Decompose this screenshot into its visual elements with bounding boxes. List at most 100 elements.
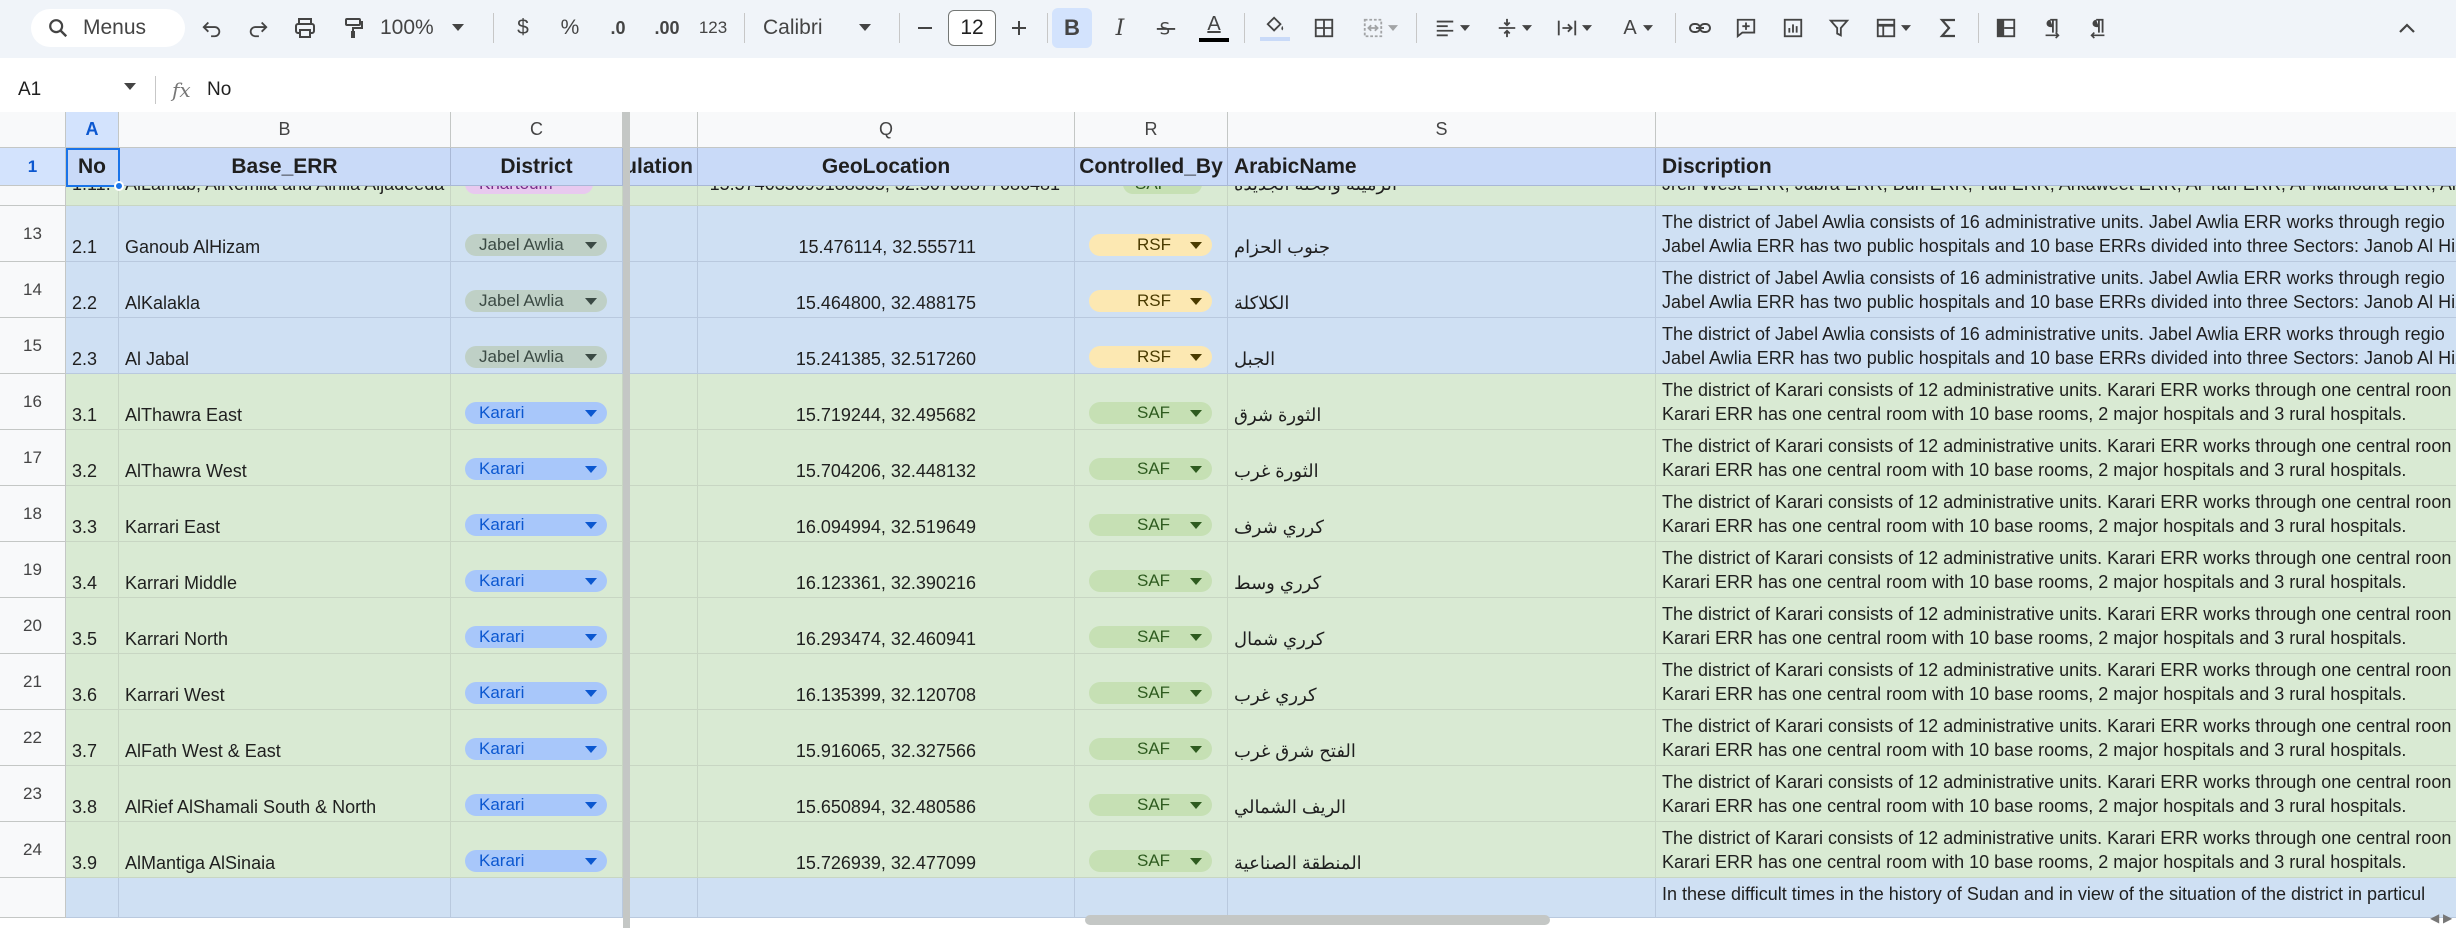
insert-link-button[interactable] (1684, 8, 1716, 48)
cell-no[interactable]: 3.7 (66, 710, 119, 766)
text-direction-rtl-button[interactable] (2082, 8, 2114, 48)
cell-hidden-col[interactable] (630, 206, 698, 262)
partial-row-cell[interactable]: AlLamab, AlRemila and Alhila Aljadeeda (119, 186, 451, 206)
functions-button[interactable] (1934, 8, 1964, 48)
partial-row-cell[interactable]: 15.574035699188335, 32.50708877686481 (698, 186, 1075, 206)
active-cell-selection[interactable] (66, 148, 120, 187)
row-header-20[interactable]: 20 (0, 598, 66, 654)
font-size-input[interactable]: 12 (948, 10, 996, 46)
cell-hidden-col[interactable] (630, 710, 698, 766)
cell-arabic-name[interactable]: الفتح شرق غرب (1228, 710, 1656, 766)
cell-arabic-name[interactable]: الريف الشمالي (1228, 766, 1656, 822)
header-cell-c[interactable]: District (451, 148, 623, 186)
partial-row-cell[interactable] (630, 186, 698, 206)
fill-color-button[interactable] (1257, 8, 1293, 48)
freeze-divider[interactable] (623, 112, 630, 928)
currency-format-button[interactable]: $ (510, 8, 536, 48)
cell-arabic-name[interactable]: الثورة شرق (1228, 374, 1656, 430)
cell-geo[interactable]: 16.123361, 32.390216 (698, 542, 1075, 598)
district-chip[interactable]: Karari (465, 458, 607, 480)
cell-no[interactable]: 3.3 (66, 486, 119, 542)
row-header-24[interactable]: 24 (0, 822, 66, 878)
cell-no[interactable]: 3.2 (66, 430, 119, 486)
district-chip[interactable]: Karari (465, 794, 607, 816)
row-header-22[interactable]: 22 (0, 710, 66, 766)
cell-hidden-col[interactable] (630, 654, 698, 710)
header-cell-q[interactable]: GeoLocation (698, 148, 1075, 186)
zoom-select[interactable]: 100% (380, 8, 470, 48)
select-all-corner[interactable] (0, 112, 66, 148)
cell-hidden-col[interactable] (630, 486, 698, 542)
controlled-by-chip[interactable]: SAF (1089, 738, 1212, 760)
cell-base[interactable]: AlKalakla (119, 262, 451, 318)
cell-arabic-name[interactable]: الجبل (1228, 318, 1656, 374)
column-header-q[interactable]: Q (698, 112, 1075, 148)
freeze-button[interactable] (1990, 8, 2022, 48)
column-header-a[interactable]: A (66, 112, 119, 148)
undo-button[interactable] (196, 8, 228, 48)
horizontal-align-button[interactable] (1428, 8, 1476, 48)
district-chip[interactable]: Jabel Awlia (465, 234, 607, 256)
formula-input[interactable]: No (207, 79, 231, 101)
controlled-by-chip[interactable]: RSF (1089, 346, 1212, 368)
partial-bottom-cell[interactable] (66, 878, 119, 918)
row-header-13[interactable]: 13 (0, 206, 66, 262)
cell-no[interactable]: 2.3 (66, 318, 119, 374)
district-chip[interactable]: Karari (465, 626, 607, 648)
font-size-decrease-button[interactable] (910, 8, 940, 48)
column-header-hidden[interactable] (1656, 112, 2456, 148)
header-cell-b[interactable]: Base_ERR (119, 148, 451, 186)
controlled-by-chip[interactable]: SAF (1089, 570, 1212, 592)
controlled-by-chip[interactable]: SAF (1089, 458, 1212, 480)
cell-arabic-name[interactable]: كرري غرب (1228, 654, 1656, 710)
row-header-1[interactable]: 1 (0, 148, 66, 186)
cell-base[interactable]: Al Jabal (119, 318, 451, 374)
cell-base[interactable]: AlRief AlShamali South & North (119, 766, 451, 822)
cell-base[interactable]: Karrari North (119, 598, 451, 654)
cell-arabic-name[interactable]: كرري شرف (1228, 486, 1656, 542)
partial-bottom-cell[interactable] (1228, 878, 1656, 918)
percent-format-button[interactable]: % (555, 8, 585, 48)
scroll-right-arrow[interactable]: ▶ (2443, 911, 2452, 925)
filter-views-button[interactable] (1869, 8, 1917, 48)
increase-decimal-button[interactable]: .00 (646, 8, 688, 48)
cell-geo[interactable]: 15.464800, 32.488175 (698, 262, 1075, 318)
name-box[interactable]: A1 (18, 79, 41, 101)
cell-base[interactable]: Karrari West (119, 654, 451, 710)
merge-cells-button[interactable] (1356, 8, 1404, 48)
cell-base[interactable]: AlThawra West (119, 430, 451, 486)
column-header-s[interactable]: S (1228, 112, 1656, 148)
district-chip[interactable]: Karari (465, 682, 607, 704)
cell-no[interactable]: 3.9 (66, 822, 119, 878)
insert-chart-button[interactable] (1777, 8, 1809, 48)
row-header-18[interactable]: 18 (0, 486, 66, 542)
controlled-by-chip[interactable]: SAF (1089, 402, 1212, 424)
cell-geo[interactable]: 15.241385, 32.517260 (698, 318, 1075, 374)
controlled-by-chip[interactable]: RSF (1089, 290, 1212, 312)
font-size-increase-button[interactable] (1004, 8, 1034, 48)
partial-bottom-cell[interactable] (119, 878, 451, 918)
cell-geo[interactable]: 15.916065, 32.327566 (698, 710, 1075, 766)
partial-row-cell[interactable]: Khartoum (451, 186, 623, 206)
borders-button[interactable] (1307, 8, 1341, 48)
partial-row-cell[interactable]: SAF (1075, 186, 1228, 206)
cell-base[interactable]: AlFath West & East (119, 710, 451, 766)
scroll-left-arrow[interactable]: ◀ (2430, 911, 2439, 925)
header-cell-s[interactable]: ArabicName (1228, 148, 1656, 186)
header-cell-hidden[interactable]: Discription (1656, 148, 2456, 186)
row-header-23[interactable]: 23 (0, 766, 66, 822)
cell-base[interactable]: AlThawra East (119, 374, 451, 430)
redo-button[interactable] (242, 8, 274, 48)
cell-no[interactable]: 3.5 (66, 598, 119, 654)
cell-base[interactable]: AlMantiga AlSinaia (119, 822, 451, 878)
cell-no[interactable]: 2.2 (66, 262, 119, 318)
district-chip[interactable]: Karari (465, 850, 607, 872)
cell-no[interactable]: 3.4 (66, 542, 119, 598)
text-color-button[interactable]: A (1196, 8, 1232, 48)
cell-base[interactable]: Karrari Middle (119, 542, 451, 598)
cell-geo[interactable]: 15.476114, 32.555711 (698, 206, 1075, 262)
district-chip[interactable]: Karari (465, 738, 607, 760)
cell-arabic-name[interactable]: الثورة غرب (1228, 430, 1656, 486)
partial-row-cell[interactable]: 1.11. (66, 186, 119, 206)
row-header-partial[interactable] (0, 186, 66, 206)
